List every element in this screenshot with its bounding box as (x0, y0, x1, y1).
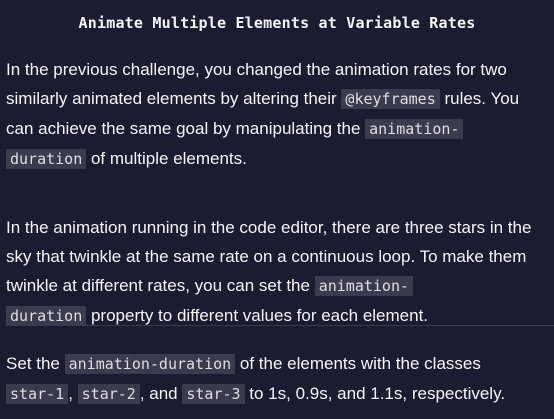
paragraph-text: Set the (6, 354, 65, 373)
code-animation-duration-part2: duration (6, 149, 87, 169)
paragraph-text: of multiple elements. (86, 149, 247, 168)
description-paragraph-1: In the previous challenge, you changed t… (6, 55, 546, 174)
code-star-2: star-2 (77, 384, 140, 404)
challenge-description-panel: Animate Multiple Elements at Variable Ra… (0, 0, 554, 419)
paragraph-text: , and (139, 384, 183, 403)
instructions-paragraph: Set the animation-duration of the elemen… (6, 349, 546, 409)
code-animation-duration-part2: duration (6, 306, 87, 326)
paragraph-text: In the animation running in the code edi… (6, 218, 532, 295)
code-star-1: star-1 (6, 384, 69, 404)
paragraph-text: of the elements with the classes (235, 354, 481, 373)
code-animation-duration-part1: animation- (365, 119, 464, 139)
challenge-title: Animate Multiple Elements at Variable Ra… (78, 14, 476, 32)
code-animation-duration: animation-duration (64, 354, 236, 374)
code-animation-duration-part1: animation- (314, 276, 414, 296)
paragraph-text: , (68, 384, 78, 403)
section-divider (6, 325, 554, 326)
paragraph-text: property to different values for each el… (86, 306, 429, 325)
paragraph-text: to 1s, 0.9s, and 1.1s, respectively. (244, 384, 506, 403)
description-paragraph-2: In the animation running in the code edi… (6, 213, 546, 331)
code-star-3: star-3 (182, 384, 245, 404)
code-keyframes: @keyframes (341, 89, 440, 109)
